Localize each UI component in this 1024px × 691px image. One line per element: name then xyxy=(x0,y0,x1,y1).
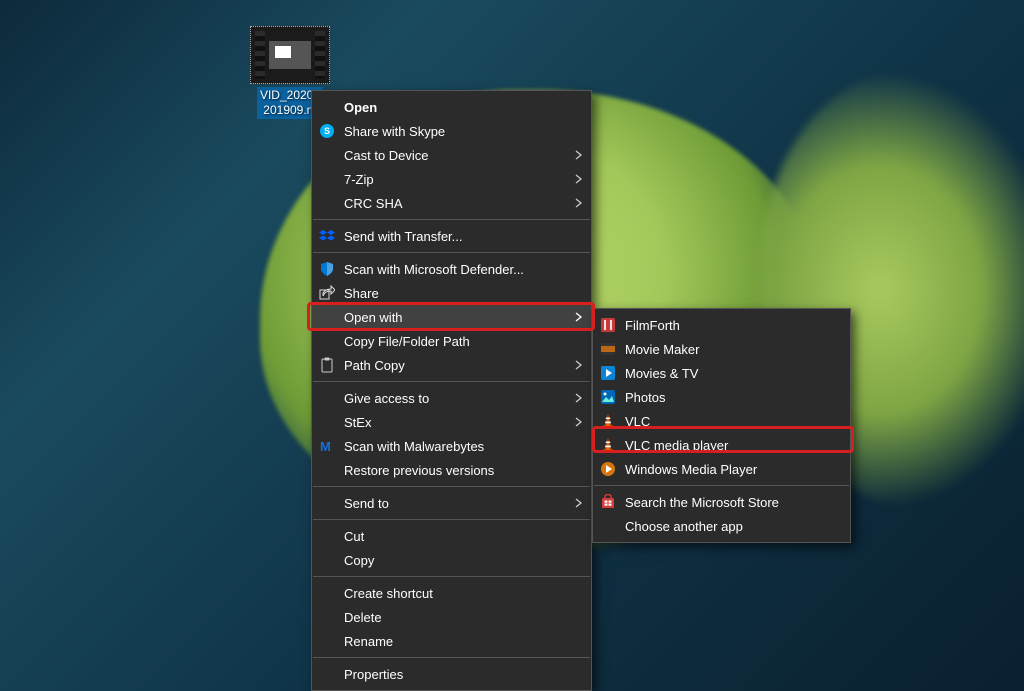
menu-send-to[interactable]: Send to xyxy=(312,491,591,515)
photos-icon xyxy=(599,388,617,406)
submenu-movies-tv[interactable]: Movies & TV xyxy=(593,361,850,385)
menu-share-skype[interactable]: S Share with Skype xyxy=(312,119,591,143)
vlc-cone-icon xyxy=(599,436,617,454)
malwarebytes-icon: M xyxy=(318,437,336,455)
blank-icon xyxy=(318,608,336,626)
blank-icon xyxy=(318,413,336,431)
submenu-vlc[interactable]: VLC xyxy=(593,409,850,433)
menu-restore-previous-versions[interactable]: Restore previous versions xyxy=(312,458,591,482)
menu-open[interactable]: Open xyxy=(312,95,591,119)
submenu-choose-another-app[interactable]: Choose another app xyxy=(593,514,850,538)
movies-tv-icon xyxy=(599,364,617,382)
blank-icon xyxy=(318,584,336,602)
menu-cast-to-device[interactable]: Cast to Device xyxy=(312,143,591,167)
submenu-vlc-media-player[interactable]: VLC media player xyxy=(593,433,850,457)
menu-share[interactable]: Share xyxy=(312,281,591,305)
menu-delete[interactable]: Delete xyxy=(312,605,591,629)
defender-icon xyxy=(318,260,336,278)
blank-icon xyxy=(318,194,336,212)
blank-icon xyxy=(318,665,336,683)
menu-open-with[interactable]: Open with xyxy=(312,305,591,329)
blank-icon xyxy=(599,517,617,535)
video-thumbnail xyxy=(250,26,330,84)
chevron-right-icon xyxy=(575,360,583,370)
chevron-right-icon xyxy=(575,150,583,160)
chevron-right-icon xyxy=(575,198,583,208)
menu-properties[interactable]: Properties xyxy=(312,662,591,686)
menu-rename[interactable]: Rename xyxy=(312,629,591,653)
blank-icon xyxy=(318,170,336,188)
blank-icon xyxy=(318,551,336,569)
skype-icon: S xyxy=(318,122,336,140)
blank-icon xyxy=(318,146,336,164)
chevron-right-icon xyxy=(575,174,583,184)
svg-text:M: M xyxy=(320,439,331,454)
menu-separator xyxy=(313,252,590,253)
blank-icon xyxy=(318,494,336,512)
menu-give-access-to[interactable]: Give access to xyxy=(312,386,591,410)
svg-text:S: S xyxy=(324,126,330,136)
submenu-windows-media-player[interactable]: Windows Media Player xyxy=(593,457,850,481)
menu-path-copy[interactable]: Path Copy xyxy=(312,353,591,377)
menu-crc-sha[interactable]: CRC SHA xyxy=(312,191,591,215)
submenu-movie-maker[interactable]: Movie Maker xyxy=(593,337,850,361)
submenu-filmforth[interactable]: FilmForth xyxy=(593,313,850,337)
blank-icon xyxy=(318,527,336,545)
menu-separator xyxy=(313,381,590,382)
share-icon xyxy=(318,284,336,302)
chevron-right-icon xyxy=(575,498,583,508)
chevron-right-icon xyxy=(575,393,583,403)
submenu-search-store[interactable]: Search the Microsoft Store xyxy=(593,490,850,514)
blank-icon xyxy=(318,308,336,326)
menu-cut[interactable]: Cut xyxy=(312,524,591,548)
blank-icon xyxy=(318,632,336,650)
blank-icon xyxy=(318,332,336,350)
movie-maker-icon xyxy=(599,340,617,358)
chevron-right-icon xyxy=(575,417,583,427)
menu-defender-scan[interactable]: Scan with Microsoft Defender... xyxy=(312,257,591,281)
wmp-icon xyxy=(599,460,617,478)
menu-stex[interactable]: StEx xyxy=(312,410,591,434)
menu-separator xyxy=(313,219,590,220)
menu-7zip[interactable]: 7-Zip xyxy=(312,167,591,191)
filmforth-icon xyxy=(599,316,617,334)
blank-icon xyxy=(318,98,336,116)
blank-icon xyxy=(318,461,336,479)
ms-store-icon xyxy=(599,493,617,511)
menu-scan-malwarebytes[interactable]: M Scan with Malwarebytes xyxy=(312,434,591,458)
blank-icon xyxy=(318,389,336,407)
menu-copy-file-folder-path[interactable]: Copy File/Folder Path xyxy=(312,329,591,353)
context-menu: Open S Share with Skype Cast to Device 7… xyxy=(311,90,592,691)
menu-separator xyxy=(313,519,590,520)
menu-separator xyxy=(313,657,590,658)
menu-send-with-transfer[interactable]: Send with Transfer... xyxy=(312,224,591,248)
dropbox-icon xyxy=(318,227,336,245)
open-with-submenu: FilmForth Movie Maker Movies & TV Photos… xyxy=(592,308,851,543)
vlc-cone-icon xyxy=(599,412,617,430)
submenu-photos[interactable]: Photos xyxy=(593,385,850,409)
menu-create-shortcut[interactable]: Create shortcut xyxy=(312,581,591,605)
menu-copy[interactable]: Copy xyxy=(312,548,591,572)
menu-separator xyxy=(313,576,590,577)
chevron-right-icon xyxy=(575,312,583,322)
clipboard-icon xyxy=(318,356,336,374)
menu-separator xyxy=(313,486,590,487)
menu-separator xyxy=(594,485,849,486)
